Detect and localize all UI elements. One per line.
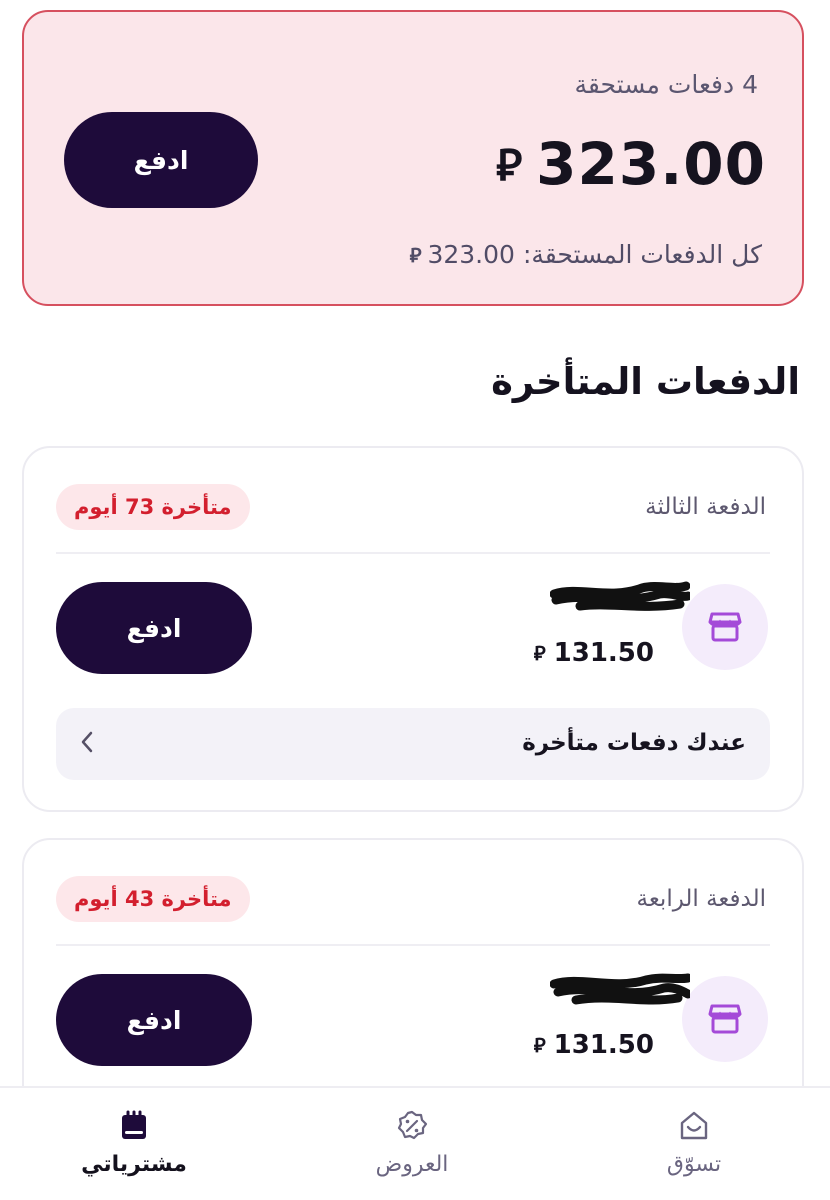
store-icon xyxy=(682,976,768,1062)
bag-icon xyxy=(114,1106,154,1146)
late-days-badge: متأخرة 73 أيوم xyxy=(56,484,250,530)
payment-amount-value: 131.50 xyxy=(553,638,654,668)
all-due-value: ⃁ 323.00 xyxy=(410,240,515,269)
store-icon xyxy=(682,584,768,670)
page: 4 دفعات مستحقة ⃁ 323.00 كل الدفعات المست… xyxy=(0,0,830,1200)
discount-badge-icon xyxy=(392,1106,432,1146)
divider xyxy=(56,552,770,554)
all-due-line: كل الدفعات المستحقة: ⃁ 323.00 xyxy=(410,240,762,269)
currency-symbol: ⃁ xyxy=(533,641,546,665)
payment-card: الدفعة الثالثة متأخرة 73 أيوم ⃁ 131.50 ا… xyxy=(22,446,804,812)
pay-all-button[interactable]: ادفع xyxy=(64,112,258,208)
currency-symbol: ⃁ xyxy=(496,139,523,191)
payment-amount: ⃁ 131.50 xyxy=(534,1030,654,1060)
late-payments-heading: الدفعات المتأخرة xyxy=(491,360,800,403)
chevron-left-icon xyxy=(80,730,94,761)
bottom-nav: مشترياتي العروض تسوّق xyxy=(0,1086,830,1200)
payment-name: الدفعة الثالثة xyxy=(645,494,766,520)
late-notice-text: عندك دفعات متأخرة xyxy=(522,730,746,756)
nav-label-purchases: مشترياتي xyxy=(81,1152,187,1177)
pay-button[interactable]: ادفع xyxy=(56,974,252,1066)
currency-symbol: ⃁ xyxy=(409,242,422,267)
redacted-merchant-name xyxy=(550,581,690,611)
pay-button[interactable]: ادفع xyxy=(56,582,252,674)
currency-symbol: ⃁ xyxy=(533,1033,546,1057)
redacted-merchant-name xyxy=(550,973,690,1005)
nav-label-shop: تسوّق xyxy=(666,1152,722,1177)
nav-item-shop[interactable]: تسوّق xyxy=(604,1088,784,1200)
nav-label-offers: العروض xyxy=(375,1152,449,1177)
due-count-label: 4 دفعات مستحقة xyxy=(574,70,758,99)
nav-item-purchases[interactable]: مشترياتي xyxy=(44,1088,224,1200)
due-total: ⃁ 323.00 xyxy=(496,130,766,198)
all-due-amount: 323.00 xyxy=(427,240,515,269)
nav-item-offers[interactable]: العروض xyxy=(322,1088,502,1200)
due-summary-card: 4 دفعات مستحقة ⃁ 323.00 كل الدفعات المست… xyxy=(22,10,804,306)
due-total-amount: 323.00 xyxy=(536,130,766,198)
payment-amount: ⃁ 131.50 xyxy=(534,638,654,668)
all-due-label: كل الدفعات المستحقة: xyxy=(522,240,762,269)
divider xyxy=(56,944,770,946)
payment-amount-value: 131.50 xyxy=(553,1030,654,1060)
late-days-badge: متأخرة 43 أيوم xyxy=(56,876,250,922)
late-payments-notice[interactable]: عندك دفعات متأخرة xyxy=(56,708,770,780)
home-bag-icon xyxy=(674,1106,714,1146)
payment-name: الدفعة الرابعة xyxy=(636,886,766,912)
